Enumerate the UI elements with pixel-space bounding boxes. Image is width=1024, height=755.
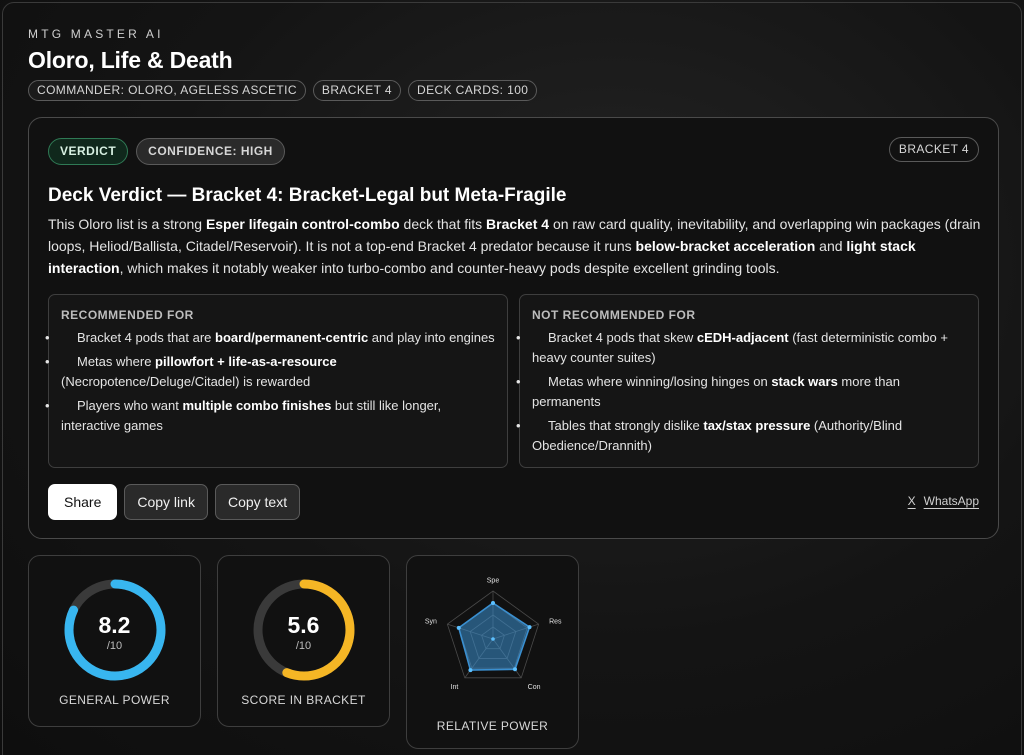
emphasis-text: Bracket 4: [486, 216, 550, 232]
radar-point: [527, 625, 532, 630]
list-item: Bracket 4 pods that are board/permanent-…: [45, 328, 495, 348]
general-power-value: 8.2: [98, 612, 131, 638]
social-links: X WhatsApp: [908, 494, 979, 508]
verdict-badge: VERDICT: [48, 138, 129, 165]
relative-power-label: RELATIVE POWER: [436, 719, 549, 733]
body-text: Metas where: [77, 354, 156, 369]
radar-point: [513, 667, 518, 672]
list-item: Metas where pillowfort + life-as-a-resou…: [45, 352, 495, 392]
radar-data-area: [457, 602, 531, 671]
verdict-body: This Oloro list is a strong Esper lifega…: [48, 213, 983, 279]
body-text: Bracket 4 pods that skew: [548, 330, 697, 345]
radar-axis-label: Syn: [425, 618, 437, 625]
radar-center-point: [491, 637, 495, 641]
emphasis-text: pillowfort + life-as-a-resource: [155, 354, 337, 369]
recommended-for-box: RECOMMENDED FOR Bracket 4 pods that are …: [45, 294, 508, 468]
not-recommended-for-title: NOT RECOMMENDED FOR: [532, 308, 696, 322]
deck-cards-chip: DECK CARDS: 100: [408, 80, 538, 101]
general-power-card: 8.2 /10 GENERAL POWER: [28, 555, 201, 727]
list-item: Players who want multiple combo finishes…: [45, 396, 495, 436]
radar-point: [456, 625, 461, 630]
commander-chip: COMMANDER: OLORO, AGELESS ASCETIC: [28, 80, 306, 101]
emphasis-text: Esper lifegain control-combo: [205, 216, 400, 232]
emphasis-text: multiple combo finishes: [182, 398, 332, 413]
body-text: and play into engines: [368, 330, 495, 345]
brand-label: MTG MASTER AI: [28, 27, 164, 41]
copy-text-button[interactable]: Copy text: [214, 484, 301, 520]
list-item: Tables that strongly dislike tax/stax pr…: [516, 416, 966, 456]
radar-axis-label: Spe: [487, 578, 500, 585]
verdict-badges: VERDICT CONFIDENCE: HIGH: [48, 138, 285, 165]
verdict-heading: Deck Verdict — Bracket 4: Bracket-Legal …: [48, 185, 567, 206]
body-text: Players who want: [77, 398, 183, 413]
radar-point: [468, 668, 473, 673]
recommended-for-title: RECOMMENDED FOR: [61, 308, 194, 322]
share-whatsapp-link[interactable]: WhatsApp: [924, 494, 979, 508]
radar-axis-label: Res: [549, 618, 562, 625]
deck-chips: COMMANDER: OLORO, AGELESS ASCETIC BRACKE…: [28, 80, 538, 101]
share-actions: Share Copy link Copy text: [48, 484, 301, 520]
body-text: and: [815, 238, 847, 254]
emphasis-text: stack wars: [771, 374, 838, 389]
score-in-bracket-label: SCORE IN BRACKET: [241, 693, 366, 707]
body-text: This Oloro list is a strong: [48, 216, 206, 232]
body-text: , which makes it notably weaker into tur…: [119, 260, 780, 276]
radar-axis-label: Int: [451, 684, 459, 691]
body-text: Metas where winning/losing hinges on: [548, 374, 772, 389]
score-in-bracket-value: 5.6: [287, 612, 320, 638]
body-text: Bracket 4 pods that are: [77, 330, 216, 345]
emphasis-text: board/permanent-centric: [215, 330, 369, 345]
general-power-unit: /10: [106, 640, 123, 652]
share-x-link[interactable]: X: [908, 494, 916, 508]
emphasis-text: tax/stax pressure: [703, 418, 811, 433]
bracket-badge: BRACKET 4: [888, 137, 979, 162]
not-recommended-for-list: Bracket 4 pods that skew cEDH-adjacent (…: [516, 328, 966, 456]
score-in-bracket-card: 5.6 /10 SCORE IN BRACKET: [217, 555, 390, 727]
recommended-for-list: Bracket 4 pods that are board/permanent-…: [45, 328, 495, 436]
deck-title: Oloro, Life & Death: [28, 47, 233, 73]
body-text: deck that fits: [399, 216, 487, 232]
radar-point: [491, 601, 495, 605]
bracket-chip: BRACKET 4: [312, 80, 401, 101]
copy-link-button[interactable]: Copy link: [124, 484, 208, 520]
relative-power-radar: Spe Res Con Int Syn: [425, 578, 562, 692]
body-text: Tables that strongly dislike: [548, 418, 704, 433]
list-item: Metas where winning/losing hinges on sta…: [516, 372, 966, 412]
share-button[interactable]: Share: [48, 484, 118, 520]
score-in-bracket-unit: /10: [295, 640, 312, 652]
body-text: (Necropotence/Deluge/Citadel) is rewarde…: [61, 374, 311, 389]
emphasis-text: below-bracket acceleration: [635, 238, 816, 254]
list-item: Bracket 4 pods that skew cEDH-adjacent (…: [516, 328, 966, 368]
confidence-badge: CONFIDENCE: HIGH: [136, 138, 285, 165]
relative-power-card: Spe Res Con Int Syn RELATIVE POWER: [406, 555, 579, 749]
verdict-card: VERDICT CONFIDENCE: HIGH BRACKET 4 Deck …: [28, 117, 999, 539]
not-recommended-for-box: NOT RECOMMENDED FOR Bracket 4 pods that …: [516, 294, 979, 468]
radar-axis-label: Con: [528, 684, 541, 691]
emphasis-text: cEDH-adjacent: [696, 330, 789, 345]
general-power-label: GENERAL POWER: [59, 693, 170, 707]
